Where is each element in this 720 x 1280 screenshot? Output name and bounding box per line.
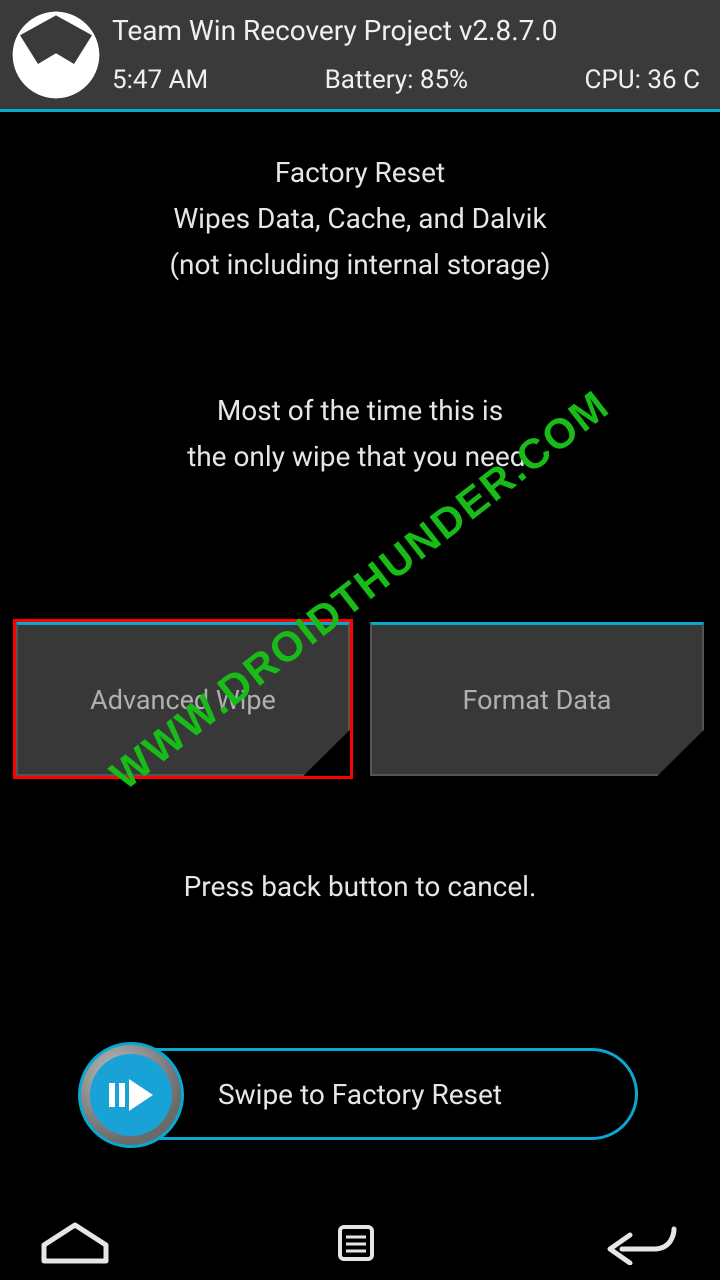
swipe-slider-label: Swipe to Factory Reset xyxy=(218,1078,502,1111)
recents-icon[interactable] xyxy=(334,1221,378,1269)
status-row: 5:47 AM Battery: 85% CPU: 36 C xyxy=(112,47,700,101)
advanced-wipe-label: Advanced Wipe xyxy=(90,684,276,716)
nav-bar xyxy=(0,1210,720,1280)
twrp-logo-icon xyxy=(0,0,112,109)
format-data-label: Format Data xyxy=(462,684,611,716)
status-battery: Battery: 85% xyxy=(325,65,469,95)
factory-reset-title: Factory Reset xyxy=(0,150,720,196)
main-content: Factory Reset Wipes Data, Cache, and Dal… xyxy=(0,112,720,480)
home-icon[interactable] xyxy=(40,1221,110,1269)
header-bar: Team Win Recovery Project v2.8.7.0 5:47 … xyxy=(0,0,720,112)
factory-reset-note-2: the only wipe that you need. xyxy=(0,434,720,480)
back-icon[interactable] xyxy=(602,1221,680,1269)
swipe-arrow-icon xyxy=(90,1054,172,1136)
status-time: 5:47 AM xyxy=(112,65,208,95)
button-row: Advanced Wipe Format Data xyxy=(0,622,720,776)
factory-reset-note-1: Most of the time this is xyxy=(0,388,720,434)
advanced-wipe-button[interactable]: Advanced Wipe xyxy=(16,622,350,776)
cancel-hint: Press back button to cancel. xyxy=(0,870,720,903)
format-data-button[interactable]: Format Data xyxy=(370,622,704,776)
app-title: Team Win Recovery Project v2.8.7.0 xyxy=(112,8,700,47)
factory-reset-desc-2: (not including internal storage) xyxy=(0,242,720,288)
swipe-slider[interactable]: Swipe to Factory Reset xyxy=(82,1042,638,1146)
factory-reset-desc-1: Wipes Data, Cache, and Dalvik xyxy=(0,196,720,242)
status-cpu: CPU: 36 C xyxy=(584,65,700,95)
swipe-slider-knob[interactable] xyxy=(78,1042,184,1148)
